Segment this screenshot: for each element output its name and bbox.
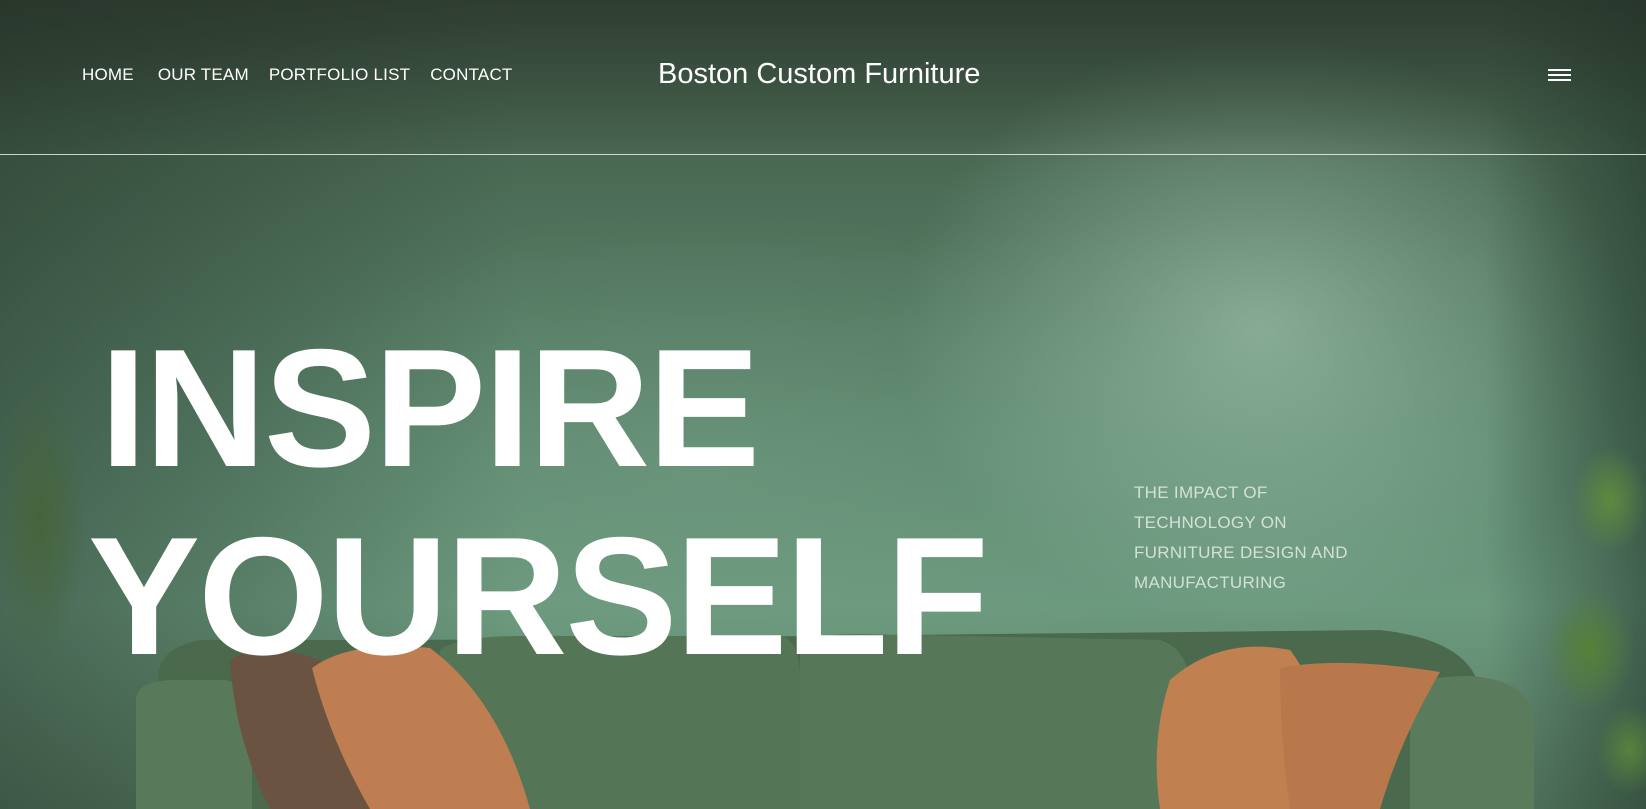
nav-link-contact[interactable]: CONTACT (430, 64, 512, 86)
menu-bar-middle (1548, 74, 1571, 76)
hero-headline-line-2: YOURSELF (88, 502, 989, 690)
menu-bar-top (1548, 69, 1571, 71)
menu-bar-bottom (1548, 79, 1571, 81)
nav-link-home[interactable]: HOME (82, 64, 134, 86)
site-title[interactable]: Boston Custom Furniture (658, 56, 980, 92)
hero-headline-line-1: INSPIRE (100, 314, 760, 502)
nav-link-our-team[interactable]: OUR TEAM (158, 64, 249, 86)
header-divider (0, 154, 1646, 155)
nav-link-portfolio-list[interactable]: PORTFOLIO LIST (269, 64, 410, 86)
monstera-plant-image (1520, 420, 1646, 809)
hamburger-menu-icon[interactable] (1548, 64, 1574, 86)
main-navigation: HOME OUR TEAM PORTFOLIO LIST CONTACT (82, 64, 533, 86)
hero-tagline: THE IMPACT OF TECHNOLOGY ON FURNITURE DE… (1134, 483, 1348, 592)
